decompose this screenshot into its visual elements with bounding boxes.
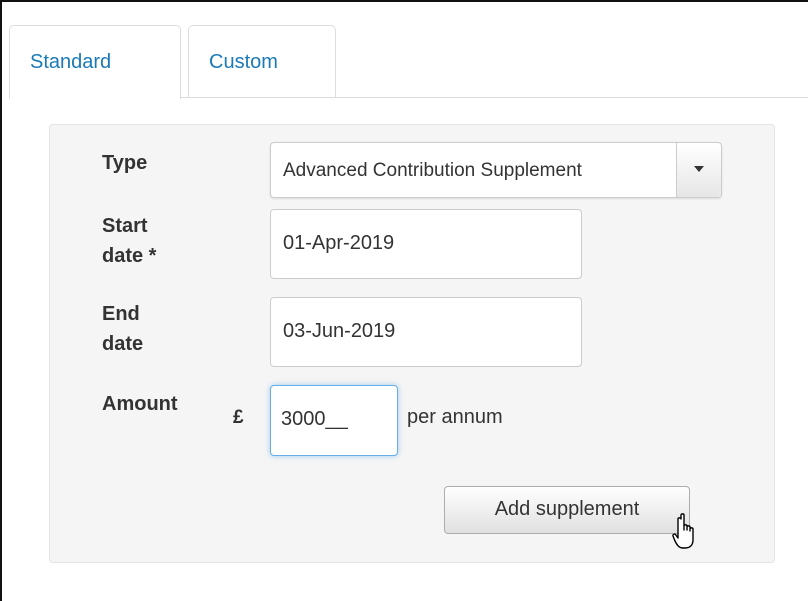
start-date-label: Start date * bbox=[102, 211, 202, 271]
add-supplement-button[interactable]: Add supplement bbox=[444, 486, 690, 534]
tab-standard[interactable]: Standard bbox=[9, 25, 181, 99]
tab-standard-label: Standard bbox=[30, 51, 112, 73]
amount-label: Amount bbox=[102, 393, 178, 415]
start-date-input[interactable]: 01-Apr-2019 bbox=[270, 209, 582, 279]
type-select-toggle[interactable] bbox=[676, 143, 721, 197]
hand-pointer-icon bbox=[672, 513, 694, 549]
currency-symbol: £ bbox=[233, 407, 244, 428]
tab-custom-label: Custom bbox=[209, 51, 278, 73]
end-date-label-line2: date bbox=[102, 333, 144, 355]
end-date-input[interactable]: 03-Jun-2019 bbox=[270, 297, 582, 367]
start-date-label-line1: Start bbox=[102, 215, 148, 237]
tab-custom[interactable]: Custom bbox=[188, 25, 336, 97]
end-date-label-line1: End bbox=[102, 303, 140, 325]
type-label: Type bbox=[102, 152, 148, 174]
chevron-down-icon bbox=[694, 166, 704, 172]
type-select-value: Advanced Contribution Supplement bbox=[283, 160, 582, 181]
amount-input[interactable]: 3000__ bbox=[270, 385, 398, 456]
end-date-label: End date bbox=[102, 299, 202, 359]
type-select[interactable]: Advanced Contribution Supplement bbox=[270, 142, 722, 198]
start-date-label-line2: date * bbox=[102, 245, 157, 267]
amount-suffix: per annum bbox=[407, 406, 503, 428]
